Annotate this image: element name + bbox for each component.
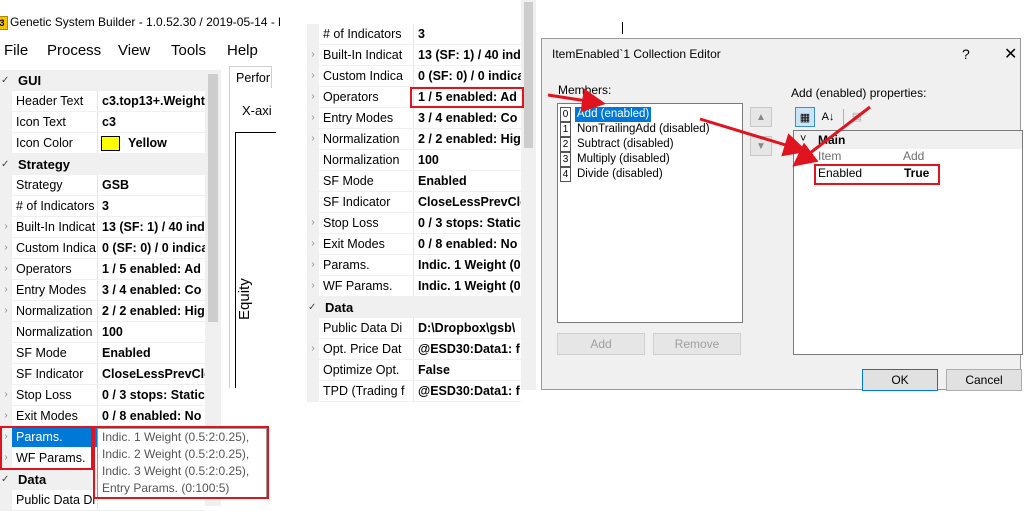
annotation-arrows [547,88,871,167]
annotation-arrow-props [792,105,871,167]
annotation-arrow-members [547,88,606,113]
annotation-arrow-add [699,117,808,157]
